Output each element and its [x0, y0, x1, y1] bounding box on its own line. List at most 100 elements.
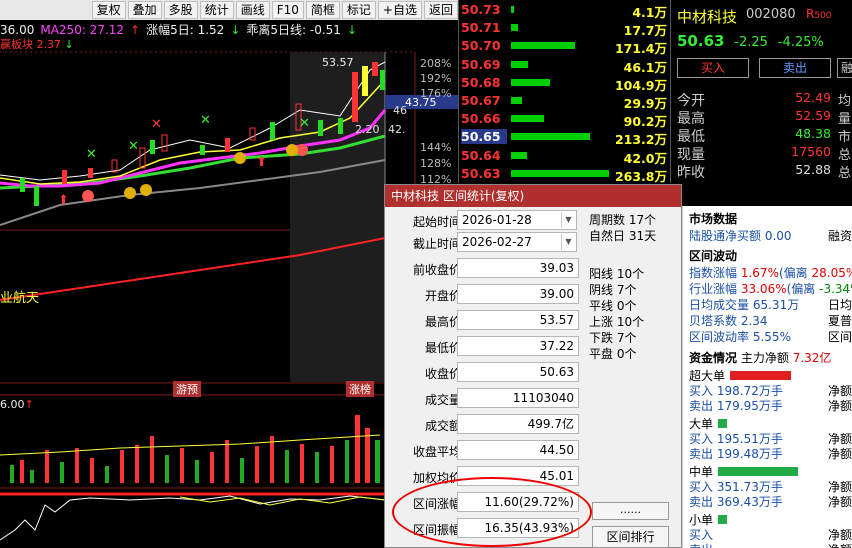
stat-label: 最高 [677, 111, 705, 127]
interval-rank-button[interactable]: 区间排行 [592, 526, 669, 548]
stat-label: 区间振幅 [412, 523, 461, 537]
stat-label: 最高价 [424, 315, 461, 329]
stat-value-field: 45.01 [457, 466, 579, 486]
start-time-row: 起始时间 2026-01-28 ▼ [385, 209, 595, 231]
buy-label: 买入 [689, 432, 714, 446]
stat-label: 现量 [677, 147, 705, 163]
net-label: 净额 [828, 541, 852, 548]
stat-label: 成交量 [424, 393, 461, 407]
industry-change-label: 行业涨幅 [689, 282, 738, 296]
order-group-bar [718, 515, 728, 524]
svg-text:✕: ✕ [128, 139, 139, 154]
current-price: 50.63 [677, 32, 725, 50]
start-date-picker[interactable]: 2026-01-28 ▼ [457, 210, 577, 230]
order-volume-bar [511, 97, 522, 104]
order-book-row[interactable]: 50.69 46.1万 [459, 56, 671, 75]
more-button[interactable]: ...... [592, 502, 669, 520]
volume-ma-line [0, 434, 381, 456]
stat-trail: 市 [837, 130, 851, 145]
order-book-row[interactable]: 50.73 4.1万 [459, 1, 671, 20]
selection-band [290, 52, 385, 382]
order-group-bar [718, 419, 728, 428]
stat-current-volume: 现量 17560 总 [677, 144, 852, 163]
volatility-label: 区间波动率 [689, 330, 750, 344]
index-change-value: 1.67% [740, 266, 779, 280]
stat-row: 收盘平均 44.50 [385, 439, 595, 461]
order-price: 50.69 [461, 56, 501, 72]
buy-label: 买入 [689, 528, 714, 542]
stat-value: 48.38 [795, 126, 831, 141]
order-volume: 42.0万 [623, 150, 667, 166]
stat-label: 成交额 [424, 419, 461, 433]
avg-volume-label: 日均成交量 [689, 298, 750, 312]
order-book-row[interactable]: 50.67 29.9万 [459, 92, 671, 111]
svg-text:✕: ✕ [151, 117, 162, 132]
net-label: 净额 [828, 447, 852, 461]
buy-value: 198.72万手 [716, 384, 783, 398]
stat-label: 加权均价 [412, 471, 461, 485]
stat-trail: 总 [837, 166, 851, 181]
order-price: 50.65 [461, 129, 507, 145]
side-label-42: 42. [388, 123, 406, 136]
up-count: 上涨 10个 [589, 315, 645, 329]
stat-value-field: 16.35(43.93%) [457, 518, 579, 538]
stat-value: 17560 [791, 144, 831, 159]
index-deviation-label: (偏离 [778, 266, 808, 280]
order-volume-bar [511, 115, 545, 123]
order-book-row[interactable]: 50.68 104.9万 [459, 74, 671, 93]
stat-row: 加权均价 45.01 [385, 465, 595, 487]
stat-value-field: 39.00 [457, 284, 579, 304]
stat-row: 区间涨幅 11.60(29.72%) [385, 491, 595, 513]
avg-volume-value: 65.31万 [752, 298, 800, 312]
avg-trail: 日均 [828, 298, 852, 312]
order-group-bar [730, 371, 792, 380]
svg-text:⬆: ⬆ [256, 155, 267, 170]
dialog-title[interactable]: 中材科技 区间统计(复权) [385, 185, 681, 207]
order-volume-bar [511, 24, 518, 32]
chevron-down-icon[interactable]: ▼ [561, 234, 575, 250]
stat-label: 收盘价 [424, 367, 461, 381]
margin-button[interactable]: 融 [837, 58, 852, 78]
order-volume: 29.9万 [623, 96, 667, 111]
sell-button[interactable]: 卖出 [759, 58, 831, 78]
stat-value: 52.59 [795, 108, 831, 123]
order-book-row[interactable]: 50.66 90.2万 [459, 110, 671, 129]
stat-value-field: 53.57 [457, 310, 579, 330]
order-book-row[interactable]: 50.63 263.8万 [459, 165, 671, 184]
end-date-picker[interactable]: 2026-02-27 ▼ [457, 232, 577, 252]
net-label: 净额 [828, 495, 852, 509]
order-group-sell: 卖出 179.95万手 [689, 397, 783, 414]
order-group-bar [718, 467, 799, 476]
stat-row: 成交额 499.7亿 [385, 413, 595, 435]
order-volume-bar [511, 169, 609, 177]
order-book-row[interactable]: 50.64 42.0万 [459, 147, 671, 166]
start-time-label: 起始时间 [412, 215, 461, 229]
stat-label: 昨收 [677, 165, 705, 181]
stat-value: 52.88 [795, 162, 831, 177]
y-axis-label: 144% [420, 141, 452, 154]
sell-label: 卖出 [689, 495, 714, 509]
svg-text:✕: ✕ [200, 113, 211, 128]
stat-label: 区间涨幅 [412, 497, 461, 511]
y-axis-label: 176% [420, 87, 452, 100]
price-change-pct: -4.25% [777, 35, 824, 50]
sell-value: 369.43万手 [716, 495, 783, 509]
volatility-trail: 区间 [828, 330, 852, 344]
chevron-down-icon[interactable]: ▼ [561, 212, 575, 228]
stat-value-field: 50.63 [457, 362, 579, 382]
wave-title: 区间波动 [689, 249, 738, 263]
volatility-value: 5.55% [752, 330, 791, 344]
end-date-value: 2026-02-27 [462, 235, 532, 249]
stat-label: 最低价 [424, 341, 461, 355]
order-price: 50.67 [461, 93, 501, 108]
order-book-row[interactable]: 50.70 171.4万 [459, 37, 671, 56]
buy-label: 买入 [689, 384, 714, 398]
buy-button[interactable]: 买入 [677, 58, 749, 78]
industry-deviation-label: (偏离 [786, 282, 816, 296]
beta-row: 贝塔系数 2.34 [689, 312, 768, 329]
order-book-row[interactable]: 50.65 213.2万 [459, 128, 671, 147]
sell-label: 卖出 [689, 447, 714, 461]
svg-text:✕: ✕ [86, 147, 97, 162]
stat-trail: 量 [837, 112, 851, 127]
order-book-row[interactable]: 50.71 17.7万 [459, 19, 671, 38]
